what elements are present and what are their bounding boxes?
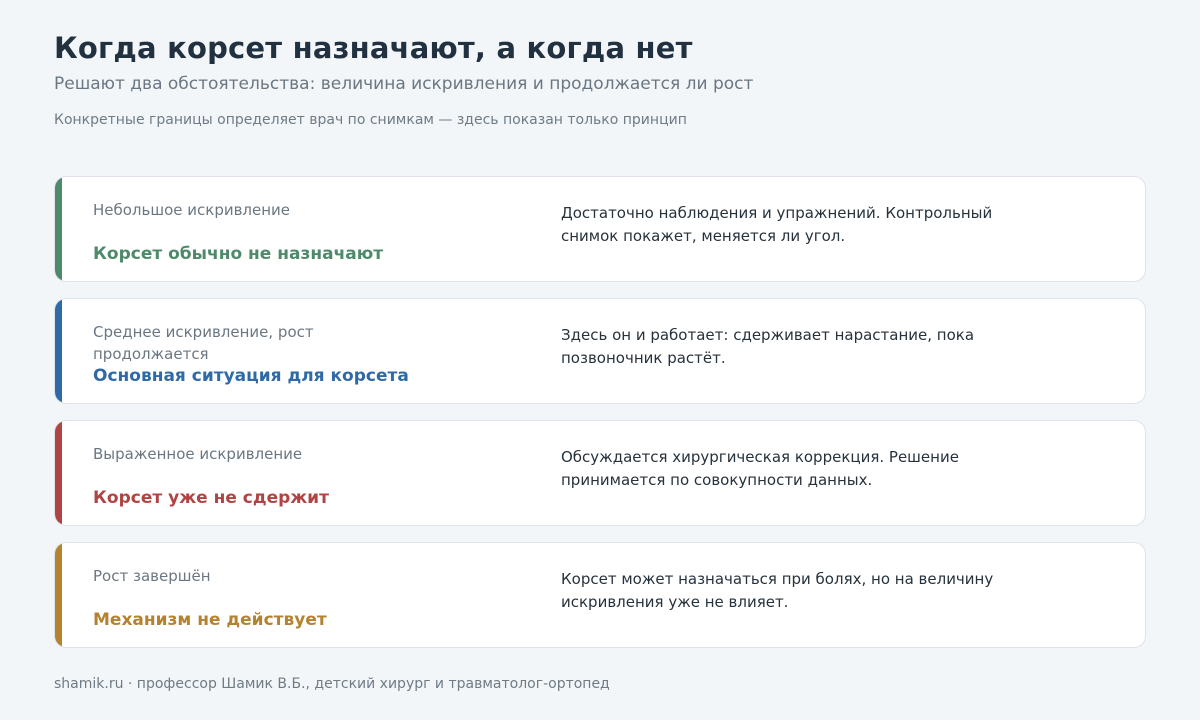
card-severe-curvature: Выраженное искривление Корсет уже не сде…	[54, 420, 1146, 526]
card-verdict: Основная ситуация для корсета	[93, 366, 409, 386]
card-accent-bar	[55, 299, 62, 403]
card-verdict: Корсет обычно не назначают	[93, 244, 384, 264]
page-title: Когда корсет назначают, а когда нет	[54, 31, 693, 65]
footer-credit: shamik.ru · профессор Шамик В.Б., детски…	[54, 676, 610, 692]
cards-list: Небольшое искривление Корсет обычно не н…	[54, 176, 1146, 664]
card-condition: Среднее искривление, рост продолжается	[93, 323, 314, 363]
card-accent-bar	[55, 543, 62, 647]
card-small-curvature: Небольшое искривление Корсет обычно не н…	[54, 176, 1146, 282]
card-verdict: Корсет уже не сдержит	[93, 488, 329, 508]
card-condition: Выраженное искривление	[93, 445, 303, 463]
card-accent-bar	[55, 421, 62, 525]
card-description: Достаточно наблюдения и упражнений. Конт…	[561, 204, 993, 245]
card-growth-finished: Рост завершён Механизм не действует Корс…	[54, 542, 1146, 648]
page-subtitle: Решают два обстоятельства: величина искр…	[54, 74, 754, 94]
card-description: Корсет может назначаться при болях, но н…	[561, 570, 994, 611]
card-description: Здесь он и работает: сдерживает нарастан…	[561, 326, 975, 367]
card-description: Обсуждается хирургическая коррекция. Реш…	[561, 448, 959, 489]
card-condition: Рост завершён	[93, 567, 211, 585]
card-verdict: Механизм не действует	[93, 610, 327, 630]
card-condition: Небольшое искривление	[93, 201, 291, 219]
page-note: Конкретные границы определяет врач по сн…	[54, 112, 687, 128]
card-accent-bar	[55, 177, 62, 281]
header: Когда корсет назначают, а когда нет Реша…	[54, 30, 1146, 129]
card-medium-curvature: Среднее искривление, рост продолжается О…	[54, 298, 1146, 404]
